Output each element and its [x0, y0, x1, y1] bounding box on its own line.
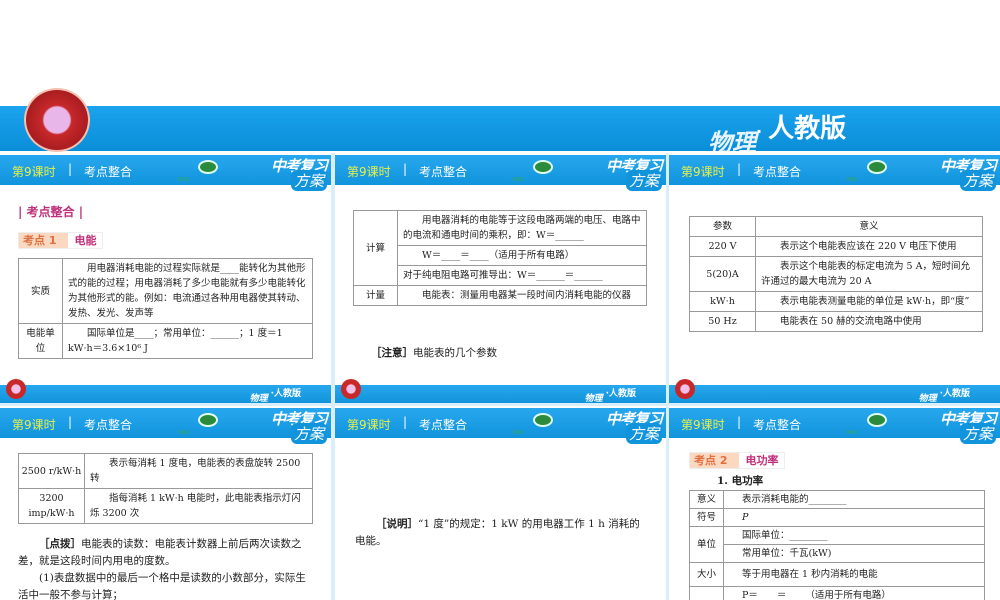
slide-header: 第9课时 | 考点整合 NNU 中考复习 方案	[0, 155, 331, 191]
title-banner	[0, 106, 1000, 151]
university-logo-icon	[867, 413, 887, 427]
brand-subtitle: 方案	[959, 170, 996, 191]
university-logo-icon	[533, 160, 553, 174]
section-label: 考点整合	[419, 418, 468, 432]
university-logo-icon	[198, 160, 218, 174]
tip: ［点拨］电能表的读数：电能表计数器上前后两次读数之差，就是这段时间内用电的度数。	[18, 538, 302, 567]
table-row: kW·h 表示电能表测量电能的单位是 kW·h，即“度”	[689, 291, 983, 312]
section-title: | 考点整合 |	[18, 205, 84, 219]
nnu-label: NNU	[513, 177, 525, 183]
slide-footer: 物理 ·人教版	[0, 379, 331, 403]
divider: |	[403, 162, 408, 176]
slide-footer: 物理 ·人教版	[669, 379, 1000, 403]
section-label: 考点整合	[84, 165, 133, 179]
divider: |	[68, 415, 73, 429]
rabbit-logo-icon	[24, 88, 90, 152]
calc-table: 计算 用电器消耗的电能等于这段电路两端的电压、电路中的电流和通电时间的乘积，即：W…	[353, 210, 647, 306]
lesson-label: 第9课时	[681, 165, 725, 179]
table-row: 220 V 表示这个电能表应该在 220 V 电压下使用	[689, 236, 983, 257]
lesson-label: 第9课时	[347, 418, 391, 432]
footer-title: 物理 ·人教版	[249, 389, 301, 403]
university-logo-icon	[198, 413, 218, 427]
subheading: 1. 电功率	[717, 475, 764, 487]
university-logo-icon	[867, 160, 887, 174]
table-row: 计量 电能表：测量用电器某一段时间内消耗电能的仪器	[353, 285, 647, 306]
section-label: 考点整合	[753, 418, 802, 432]
table-row: 意义 表示消耗电能的________	[689, 490, 985, 509]
table-row: 计算 用电器消耗的电能等于这段电路两端的电压、电路中的电流和通电时间的乘积，即：W…	[353, 210, 647, 286]
slide-header: 第9课时 | 考点整合 NNU 中考复习 方案	[335, 408, 666, 444]
brand-subtitle: 方案	[625, 170, 662, 191]
rabbit-logo-icon	[675, 379, 695, 399]
lesson-label: 第9课时	[681, 418, 725, 432]
table-row: 常用单位：千瓦(kW)	[690, 544, 985, 563]
topic-tag: 考点 1 电能	[18, 232, 104, 249]
section-label: 考点整合	[84, 418, 133, 432]
brand-subtitle: 方案	[290, 423, 327, 444]
slide-header: 第9课时 | 考点整合 NNU 中考复习 方案	[669, 408, 1000, 444]
divider: |	[68, 162, 73, 176]
divider: |	[403, 415, 408, 429]
lesson-label: 第9课时	[347, 165, 391, 179]
slide-header: 第9课时 | 考点整合 NNU 中考复习 方案	[335, 155, 666, 191]
lesson-label: 第9课时	[12, 165, 56, 179]
meter-params-table-cont: 2500 r/kW·h 表示每消耗 1 度电，电能表的表盘旋转 2500 转 32…	[18, 453, 313, 524]
table-row: 大小 等于用电器在 1 秒内消耗的电能	[689, 562, 985, 587]
university-logo-icon	[533, 413, 553, 427]
table-row: 实质 用电器消耗电能的过程实际就是____能转化为其他形式的能的过程；用电器消耗了…	[18, 258, 313, 324]
table-row: 50 Hz 电能表在 50 赫的交流电路中使用	[689, 311, 983, 332]
table-row: 符号 P	[689, 508, 985, 527]
rabbit-logo-icon	[341, 379, 361, 399]
slide-1[interactable]: 第9课时 | 考点整合 NNU 中考复习 方案 | 考点整合 | 考点 1 电能 实质 用电器…	[0, 153, 331, 403]
table-row: 电能单位 国际单位是____；常用单位：______；1 度＝1 kW·h＝3.6…	[18, 323, 313, 359]
table-row: 公式P＝____＝____（适用于所有电路）	[689, 586, 985, 600]
section-label: 考点整合	[753, 165, 802, 179]
footer-title: 物理 ·人教版	[584, 389, 636, 403]
table-row: 3200 imp/kW·h 指每消耗 1 kW·h 电能时，此电能表指示灯闪烁 3…	[18, 488, 313, 524]
brand-subtitle: 方案	[959, 423, 996, 444]
slide-footer: 物理 ·人教版	[335, 379, 666, 403]
divider: |	[737, 415, 742, 429]
slide-2[interactable]: 第9课时 | 考点整合 NNU 中考复习 方案 计算 用电器消耗的电能等于这段电路两端的电压…	[335, 153, 666, 403]
slide-4[interactable]: 第9课时 | 考点整合 NNU 中考复习 方案 2500 r/kW·h 表示每消耗 1 度电…	[0, 406, 331, 600]
table-row: 2500 r/kW·h 表示每消耗 1 度电，电能表的表盘旋转 2500 转	[18, 453, 313, 489]
table-row: 5(20)A 表示这个电能表的标定电流为 5 A，短时间允许通过的最大电流为 20…	[689, 256, 983, 292]
footer-title: 物理 ·人教版	[918, 389, 970, 403]
nnu-label: NNU	[847, 430, 859, 436]
slide-header: 第9课时 | 考点整合 NNU 中考复习 方案	[669, 155, 1000, 191]
lesson-label: 第9课时	[12, 418, 56, 432]
power-table: 意义 表示消耗电能的________ 符号 P 单位 国际单位：________ 常用…	[689, 490, 985, 600]
brand-subtitle: 方案	[625, 423, 662, 444]
brand-subtitle: 方案	[290, 170, 327, 191]
banner-title: 物理· 人教版	[708, 114, 847, 157]
tip-item-1: (1)表盘数据中的最后一个格中是读数的小数部分，实际生活中一般不参与计算；	[18, 572, 306, 600]
slide-6[interactable]: 第9课时 | 考点整合 NNU 中考复习 方案 考点 2 电功率 1. 电功率 意义 表示消耗…	[669, 406, 1000, 600]
topic-tag: 考点 2 电功率	[689, 452, 786, 469]
note: ［注意］电能表的几个参数	[371, 347, 497, 359]
table-row: W＝____＝____（适用于所有电路）	[354, 245, 647, 266]
energy-table: 实质 用电器消耗电能的过程实际就是____能转化为其他形式的能的过程；用电器消耗了…	[18, 258, 313, 359]
table-row: 单位 国际单位：________	[689, 526, 985, 563]
slide-5[interactable]: 第9课时 | 考点整合 NNU 中考复习 方案 ［说明］“1 度”的规定：1 kW 的用电…	[335, 406, 666, 600]
slide-3[interactable]: 第9课时 | 考点整合 NNU 中考复习 方案 参数 意义 220 V 表示这个电能表应该在 …	[669, 153, 1000, 403]
slide-header: 第9课时 | 考点整合 NNU 中考复习 方案	[0, 408, 331, 444]
section-label: 考点整合	[419, 165, 468, 179]
divider: |	[737, 162, 742, 176]
nnu-label: NNU	[513, 430, 525, 436]
explanation: ［说明］“1 度”的规定：1 kW 的用电器工作 1 h 消耗的电能。	[355, 518, 640, 547]
nnu-label: NNU	[178, 430, 190, 436]
nnu-label: NNU	[178, 177, 190, 183]
table-row: 对于纯电阻电路可推导出：W＝______＝______	[354, 265, 647, 286]
table-header: 参数 意义	[689, 216, 983, 237]
rabbit-logo-icon	[6, 379, 26, 399]
meter-params-table: 参数 意义 220 V 表示这个电能表应该在 220 V 电压下使用 5(20)A 表…	[689, 216, 983, 332]
nnu-label: NNU	[847, 177, 859, 183]
